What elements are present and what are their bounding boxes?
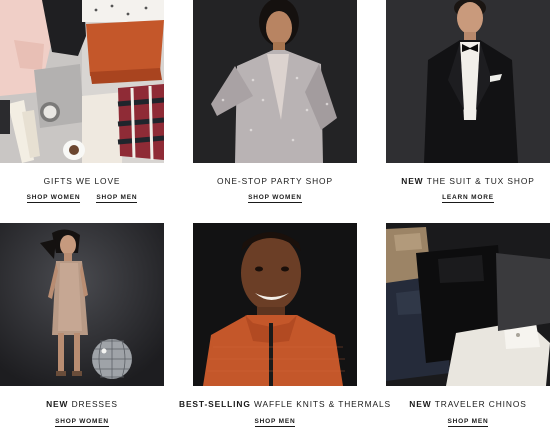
man-tuxedo-illustration [386, 0, 550, 163]
tile-caption: New Dresses [0, 399, 178, 409]
tile-links: Shop Women Shop Men [0, 194, 164, 203]
caption-bold: Best-Selling [179, 399, 254, 409]
tile-links: Shop Women [193, 194, 357, 203]
shop-men-link[interactable]: Shop Men [96, 194, 138, 203]
caption-title: The Suit & Tux Shop [426, 176, 535, 186]
traveler-chinos-image[interactable] [386, 223, 550, 386]
caption-bold: New [46, 399, 72, 409]
tile-links: Shop Men [386, 418, 550, 427]
tile-caption: New The Suit & Tux Shop [372, 176, 550, 186]
shop-women-link[interactable]: Shop Women [26, 194, 81, 203]
party-shop-image[interactable] [193, 0, 357, 163]
tile-caption: New Traveler Chinos [372, 399, 550, 409]
caption-title: Traveler Chinos [434, 399, 527, 409]
folded-chinos-illustration [386, 223, 550, 386]
caption-bold: New [401, 176, 427, 186]
caption-title: Dresses [71, 399, 118, 409]
waffle-knits-image[interactable] [193, 223, 357, 386]
shop-men-link[interactable]: Shop Men [254, 418, 296, 427]
caption-title: Waffle Knits & Thermals [253, 399, 392, 409]
tile-links: Learn More [386, 194, 550, 203]
tile-links: Shop Men [193, 418, 357, 427]
shop-women-link[interactable]: Shop Women [248, 194, 302, 203]
caption-title: Gifts We Love [43, 176, 121, 186]
learn-more-link[interactable]: Learn More [442, 194, 494, 203]
caption-title: One-Stop Party Shop [217, 176, 333, 186]
suit-tux-image[interactable] [386, 0, 550, 163]
shop-women-link[interactable]: Shop Women [55, 418, 109, 427]
tile-caption: One-Stop Party Shop [179, 176, 371, 186]
woman-slip-dress-illustration [0, 223, 164, 386]
shop-men-link[interactable]: Shop Men [447, 418, 489, 427]
dresses-image[interactable] [0, 223, 164, 386]
woman-sequin-jacket-illustration [193, 0, 357, 163]
tile-caption: Best-Selling Waffle Knits & Thermals [179, 399, 390, 409]
gifts-flatlay-illustration [0, 0, 164, 163]
caption-bold: New [409, 399, 435, 409]
gifts-flatlay-image[interactable] [0, 0, 164, 163]
tile-links: Shop Women [0, 418, 164, 427]
man-orange-knit-illustration [193, 223, 357, 386]
tile-caption: Gifts We Love [0, 176, 178, 186]
